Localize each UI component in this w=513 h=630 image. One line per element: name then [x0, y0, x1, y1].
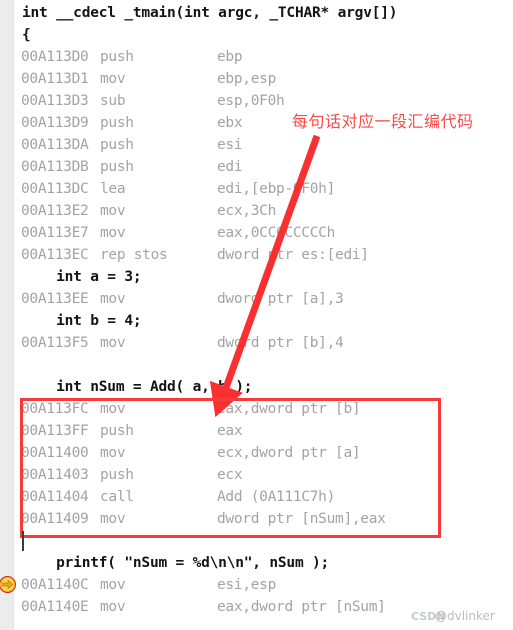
instruction-mnemonic: push [100, 159, 134, 175]
instruction-address: 00A113DB [21, 159, 89, 175]
blank-row[interactable] [0, 354, 513, 376]
instruction-address: 00A11400 [21, 445, 89, 461]
instruction-operands: eax [217, 423, 243, 439]
instruction-operands: esi,esp [217, 577, 277, 593]
disassembly-row[interactable]: 00A11400 mov ecx,dword ptr [a] [0, 442, 513, 464]
instruction-address: 00A113F5 [21, 335, 89, 351]
instruction-mnemonic: push [100, 137, 134, 153]
instruction-mnemonic: rep stos [100, 247, 168, 263]
disassembly-row[interactable]: 00A113FF push eax [0, 420, 513, 442]
instruction-operands: eax,0CCCCCCCCh [217, 225, 336, 241]
instruction-address: 00A1140C [21, 577, 89, 593]
instruction-operands: eax,dword ptr [b] [217, 401, 361, 417]
instruction-operands: edi [217, 159, 243, 175]
instruction-address: 00A113EE [21, 291, 89, 307]
watermark-handle: @dvlinker [435, 609, 495, 623]
disassembly-row[interactable]: 00A11404 call Add (0A111C7h) [0, 486, 513, 508]
instruction-mnemonic: call [100, 489, 134, 505]
disassembly-window: int __cdecl _tmain(int argc, _TCHAR* arg… [0, 0, 513, 630]
instruction-operands: eax,dword ptr [nSum] [217, 599, 386, 615]
source-statement-row[interactable]: int __cdecl _tmain(int argc, _TCHAR* arg… [0, 2, 513, 24]
instruction-address: 00A113FC [21, 401, 89, 417]
source-statement-row[interactable]: printf( "nSum = %d\n\n", nSum ); [0, 552, 513, 574]
instruction-mnemonic: mov [100, 401, 126, 417]
source-statement-text: int nSum = Add( a, b ); [22, 379, 253, 395]
disassembly-row[interactable]: 00A11403 push ecx [0, 464, 513, 486]
instruction-operands: dword ptr [nSum],eax [217, 511, 386, 527]
instruction-mnemonic: mov [100, 291, 126, 307]
instruction-operands: ecx [217, 467, 243, 483]
instruction-address: 00A113FF [21, 423, 89, 439]
instruction-address: 00A113D0 [21, 49, 89, 65]
instruction-address: 00A113E2 [21, 203, 89, 219]
disassembly-row[interactable]: 00A113E7 mov eax,0CCCCCCCCh [0, 222, 513, 244]
disassembly-row[interactable]: 00A113EE mov dword ptr [a],3 [0, 288, 513, 310]
instruction-operands: esp,0F0h [217, 93, 285, 109]
instruction-address: 00A113DA [21, 137, 89, 153]
instruction-operands: dword ptr [b],4 [217, 335, 344, 351]
source-statement-row[interactable]: { [0, 24, 513, 46]
instruction-mnemonic: push [100, 423, 134, 439]
instruction-mnemonic: mov [100, 445, 126, 461]
instruction-mnemonic: push [100, 115, 134, 131]
instruction-address: 00A113EC [21, 247, 89, 263]
source-statement-text: int a = 3; [22, 269, 142, 285]
instruction-operands: ebx [217, 115, 243, 131]
instruction-operands: dword ptr es:[edi] [217, 247, 369, 263]
instruction-address: 00A113D9 [21, 115, 89, 131]
instruction-mnemonic: mov [100, 71, 126, 87]
disassembly-row[interactable]: 00A113DA push esi [0, 134, 513, 156]
instruction-operands: edi,[ebp-0F0h] [217, 181, 336, 197]
disassembly-row[interactable]: 00A113DB push edi [0, 156, 513, 178]
instruction-address: 00A11403 [21, 467, 89, 483]
instruction-mnemonic: mov [100, 599, 126, 615]
instruction-mnemonic: mov [100, 335, 126, 351]
instruction-address: 00A11404 [21, 489, 89, 505]
instruction-mnemonic: mov [100, 225, 126, 241]
instruction-address: 00A113E7 [21, 225, 89, 241]
instruction-mnemonic: mov [100, 203, 126, 219]
text-caret [22, 531, 24, 551]
instruction-mnemonic: mov [100, 511, 126, 527]
disassembly-row[interactable]: 00A113EC rep stos dword ptr es:[edi] [0, 244, 513, 266]
disassembly-row[interactable]: 00A113D0 push ebp [0, 46, 513, 68]
instruction-address: 00A1140E [21, 599, 89, 615]
disassembly-row[interactable]: 00A113FC mov eax,dword ptr [b] [0, 398, 513, 420]
disassembly-row[interactable]: 00A113F5 mov dword ptr [b],4 [0, 332, 513, 354]
instruction-mnemonic: mov [100, 577, 126, 593]
instruction-mnemonic: push [100, 49, 134, 65]
instruction-operands: Add (0A111C7h) [217, 489, 336, 505]
instruction-operands: ecx,dword ptr [a] [217, 445, 361, 461]
disassembly-row[interactable]: 00A113E2 mov ecx,3Ch [0, 200, 513, 222]
instruction-address: 00A11409 [21, 511, 89, 527]
disassembly-row[interactable]: 00A113D3 sub esp,0F0h [0, 90, 513, 112]
source-statement-text: printf( "nSum = %d\n\n", nSum ); [22, 555, 330, 571]
instruction-operands: ebp [217, 49, 243, 65]
disassembly-code-surface[interactable]: int __cdecl _tmain(int argc, _TCHAR* arg… [0, 0, 513, 630]
source-statement-text: int __cdecl _tmain(int argc, _TCHAR* arg… [22, 5, 398, 21]
instruction-operands: ecx,3Ch [217, 203, 277, 219]
instruction-operands: esi [217, 137, 243, 153]
annotation-note-text: 每句话对应一段汇编代码 [292, 112, 474, 131]
source-statement-text: int b = 4; [22, 313, 142, 329]
source-statement-row[interactable]: int b = 4; [0, 310, 513, 332]
disassembly-row[interactable]: 00A113D1 mov ebp,esp [0, 68, 513, 90]
instruction-address: 00A113DC [21, 181, 89, 197]
instruction-mnemonic: push [100, 467, 134, 483]
source-statement-text: { [22, 27, 31, 43]
disassembly-row[interactable]: 00A1140C mov esi,esp [0, 574, 513, 596]
instruction-address: 00A113D1 [21, 71, 89, 87]
instruction-operands: dword ptr [a],3 [217, 291, 344, 307]
instruction-mnemonic: sub [100, 93, 126, 109]
source-statement-row[interactable]: int a = 3; [0, 266, 513, 288]
source-statement-row[interactable]: int nSum = Add( a, b ); [0, 376, 513, 398]
yellow-arrow-icon [0, 576, 16, 593]
disassembly-row[interactable]: 00A11409 mov dword ptr [nSum],eax [0, 508, 513, 530]
instruction-operands: ebp,esp [217, 71, 277, 87]
disassembly-row[interactable]: 00A113DC lea edi,[ebp-0F0h] [0, 178, 513, 200]
instruction-mnemonic: lea [100, 181, 126, 197]
instruction-address: 00A113D3 [21, 93, 89, 109]
blank-row[interactable] [0, 530, 513, 552]
